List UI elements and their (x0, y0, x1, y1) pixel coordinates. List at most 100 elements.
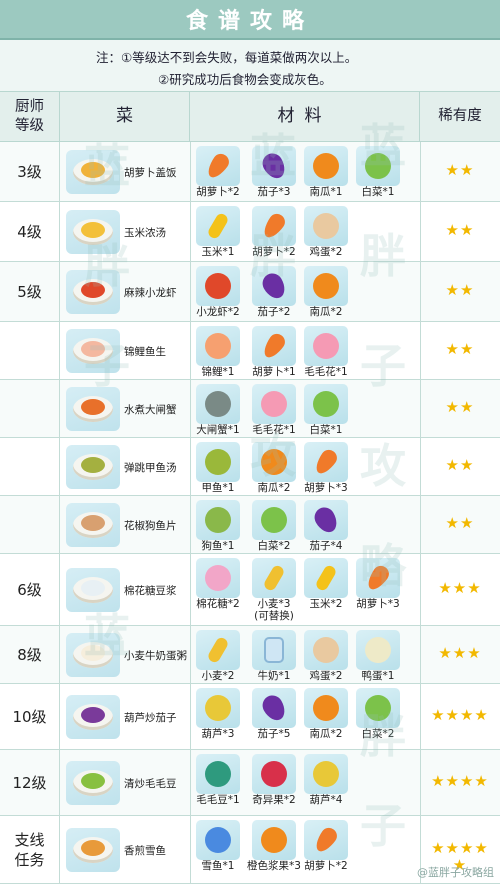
eggplant-icon (252, 688, 296, 728)
chef-level: 10级 (0, 684, 60, 749)
crayfish-icon (196, 266, 240, 306)
rarity-stars: ★★ (445, 221, 475, 239)
notes-panel: 注：①等级达不到会失败，每道菜做两次以上。 ②研究成功后食物会变成灰色。 (0, 40, 500, 92)
wheat-icon-shape (262, 563, 286, 593)
pumpkin-icon (304, 266, 348, 306)
dish-image (66, 445, 120, 489)
eggplant-icon (252, 146, 296, 186)
ingredient-label: 鸡蛋*2 (309, 670, 343, 682)
dish-name: 锦鲤鱼生 (124, 346, 166, 358)
ingredient-label: 牛奶*1 (257, 670, 291, 682)
ingredient-label: 棉花糖*2 (196, 598, 240, 610)
ingredient-label: 白菜*2 (361, 728, 395, 740)
dish-food-icon (81, 222, 105, 238)
dish-name: 水煮大闸蟹 (124, 404, 177, 416)
rarity-stars: ★★★★ (431, 706, 489, 724)
turtle-icon-shape (205, 449, 231, 475)
ingredient-label: 甲鱼*1 (201, 482, 235, 494)
egg-icon-shape (313, 213, 339, 239)
dish-plate-icon (73, 704, 113, 730)
ingredient-label: 南瓜*2 (257, 482, 291, 494)
table-row: 弹跳甲鱼汤 甲鱼*1 南瓜*2 胡萝卜*3 ★★ (0, 438, 500, 496)
ingredient-label: 南瓜*1 (309, 186, 343, 198)
dish-image (66, 633, 120, 677)
dish-plate-icon (73, 219, 113, 245)
dish-image (66, 568, 120, 612)
carrot-icon (196, 146, 240, 186)
ingredient-label: 胡萝卜*3 (356, 598, 400, 610)
note-line-2: ②研究成功后食物会变成灰色。 (158, 72, 332, 87)
exotic-fruit-icon-shape (261, 761, 287, 787)
ingredient-label: 白菜*1 (309, 424, 343, 436)
gourd-icon (304, 754, 348, 794)
dish-food-icon (81, 457, 105, 473)
wheat-icon-shape (206, 635, 230, 665)
eggplant-icon-shape (258, 691, 290, 725)
ingredient-label: 玉米*1 (201, 246, 235, 258)
ingredient-label: 白菜*2 (257, 540, 291, 552)
ingredient-label: 胡萝卜*2 (196, 186, 240, 198)
duck-egg-icon (356, 630, 400, 670)
gourd-icon-shape (205, 695, 231, 721)
ingredient-label: 雪鱼*1 (201, 860, 235, 872)
dish-plate-icon (73, 577, 113, 603)
ingredient-label: 大闸蟹*1 (196, 424, 240, 436)
wheat-icon (196, 630, 240, 670)
ingredient-label: 奇异果*2 (252, 794, 296, 806)
dish-food-icon (81, 645, 105, 661)
egg-icon (304, 206, 348, 246)
rarity-stars: ★★★★ (431, 772, 489, 790)
carrot-icon-shape (363, 562, 393, 594)
carrot-icon (252, 206, 296, 246)
note-line-1: 注：①等级达不到会失败，每道菜做两次以上。 (96, 50, 358, 65)
snow-fish-icon-shape (205, 827, 231, 853)
koi-icon (196, 326, 240, 366)
dish-name: 葫芦炒茄子 (124, 712, 177, 724)
ingredient-label: 橙色浆果*3 (247, 860, 301, 872)
recipe-guide-page: 食谱攻略 注：①等级达不到会失败，每道菜做两次以上。 ②研究成功后食物会变成灰色… (0, 0, 500, 884)
rarity-stars: ★★ (445, 514, 475, 532)
header-rarity: 稀有度 (420, 92, 500, 142)
dish-plate-icon (73, 770, 113, 796)
milk-icon-shape (264, 637, 284, 663)
carrot-icon-shape (203, 150, 233, 182)
exotic-fruit-icon (252, 754, 296, 794)
chef-level: 支线 任务 (0, 816, 60, 883)
pike-fish-icon-shape (205, 507, 231, 533)
dish-food-icon (81, 162, 105, 178)
chef-level: 6级 (0, 554, 60, 625)
fuzzy-bean-icon (196, 754, 240, 794)
wheat-icon (252, 558, 296, 598)
ingredient-label: 葫芦*4 (309, 794, 343, 806)
fuzzy-flower-icon (252, 384, 296, 424)
orange-berry-icon-shape (261, 827, 287, 853)
gourd-icon (196, 688, 240, 728)
chef-level (0, 322, 60, 379)
corn-icon (196, 206, 240, 246)
dish-food-icon (81, 707, 105, 723)
header-level-text: 厨师等级 (15, 98, 44, 134)
carrot-icon (252, 326, 296, 366)
rarity-stars: ★★★ (438, 579, 482, 597)
corn-icon (304, 558, 348, 598)
ingredient-label: 锦鲤*1 (201, 366, 235, 378)
fuzzy-flower-icon-shape (313, 333, 339, 359)
pumpkin-icon (252, 442, 296, 482)
chef-level: 5级 (0, 262, 60, 321)
carrot-icon (304, 820, 348, 860)
dish-food-icon (81, 282, 105, 298)
ingredient-label: 鸡蛋*2 (309, 246, 343, 258)
eggplant-icon-shape (258, 269, 290, 303)
ingredient-label: 白菜*1 (361, 186, 395, 198)
fuzzy-bean-icon-shape (205, 761, 231, 787)
chef-level-text: 10级 (12, 707, 47, 726)
rarity-stars: ★★ (445, 161, 475, 179)
page-title: 食谱攻略 (185, 8, 314, 34)
pumpkin-icon-shape (313, 153, 339, 179)
ingredient-label: 小麦*2 (201, 670, 235, 682)
marshmallow-icon-shape (205, 565, 231, 591)
dish-image (66, 761, 120, 805)
ingredient-label: 胡萝卜*1 (252, 366, 296, 378)
chef-level-text: 支线 任务 (14, 830, 45, 869)
dish-plate-icon (73, 159, 113, 185)
